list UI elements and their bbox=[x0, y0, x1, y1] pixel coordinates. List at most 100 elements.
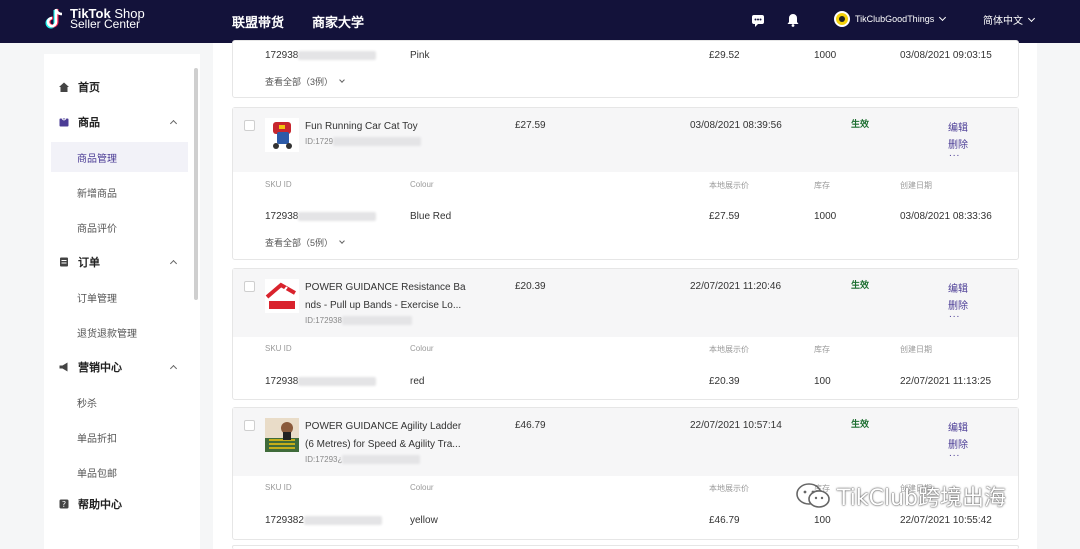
sidebar-item-add-product[interactable]: 新增商品 bbox=[51, 177, 188, 207]
product-updated-date: 22/07/2021 11:20:46 bbox=[690, 281, 782, 292]
column-header-colour: Colour bbox=[410, 483, 434, 492]
sku-stock: 1000 bbox=[814, 211, 837, 222]
sku-id: 172938 bbox=[265, 376, 377, 387]
product-checkbox[interactable] bbox=[244, 420, 255, 431]
chevron-down-icon bbox=[939, 13, 947, 22]
column-header-stock: 库存 bbox=[814, 345, 830, 354]
sku-id: 172938 bbox=[265, 50, 377, 61]
column-header-price: 本地展示价 bbox=[709, 484, 749, 493]
top-bar: TikTok Shop Seller Center 联盟带货 商家大学 TikC… bbox=[0, 0, 1080, 43]
sku-created-date: 03/08/2021 08:33:36 bbox=[900, 211, 992, 222]
sidebar-item-marketing[interactable]: 营销中心 bbox=[44, 352, 194, 382]
product-row: POWER GUIDANCE Resistance Ba nds - Pull u… bbox=[233, 269, 1018, 337]
chevron-up-icon bbox=[169, 259, 178, 268]
product-card bbox=[232, 545, 1019, 549]
product-price: £27.59 bbox=[515, 120, 546, 131]
column-header-sku-id: SKU ID bbox=[265, 344, 292, 353]
product-card: POWER GUIDANCE Resistance Ba nds - Pull u… bbox=[232, 268, 1019, 400]
help-icon: ? bbox=[59, 499, 69, 509]
order-icon bbox=[60, 257, 68, 267]
logo-subtitle: Seller Center bbox=[70, 17, 141, 31]
account-menu[interactable]: TikClubGoodThings bbox=[834, 11, 947, 27]
message-icon[interactable] bbox=[751, 13, 765, 27]
chevron-up-icon bbox=[169, 119, 178, 128]
sku-id: 172938 bbox=[265, 211, 377, 222]
sidebar-item-product[interactable]: 商品 bbox=[44, 107, 194, 137]
tiktok-shop-logo[interactable]: TikTok Shop Seller Center bbox=[44, 7, 145, 31]
column-header-created: 创建日期 bbox=[900, 345, 932, 354]
sku-created-date: 22/07/2021 11:13:25 bbox=[900, 376, 992, 387]
status-badge: 生效 bbox=[851, 280, 870, 290]
sidebar-item-returns[interactable]: 退货退款管理 bbox=[51, 317, 188, 347]
product-id: ID:172938 bbox=[305, 316, 412, 326]
sku-colour: red bbox=[410, 376, 425, 387]
sku-colour: Pink bbox=[410, 50, 430, 61]
more-button[interactable]: ... bbox=[949, 448, 960, 459]
svg-text:?: ? bbox=[62, 500, 66, 509]
product-checkbox[interactable] bbox=[244, 281, 255, 292]
sidebar-item-label: 帮助中心 bbox=[78, 499, 122, 511]
wechat-icon bbox=[795, 482, 831, 510]
sku-created-date: 03/08/2021 09:03:15 bbox=[900, 50, 992, 61]
sku-colour: Blue Red bbox=[410, 211, 452, 222]
more-button[interactable]: ... bbox=[949, 148, 960, 159]
view-all-link[interactable]: 查看全部（3例） bbox=[265, 75, 345, 88]
avatar bbox=[834, 11, 850, 27]
more-button[interactable]: ... bbox=[949, 309, 960, 320]
account-name: TikClubGoodThings bbox=[855, 14, 935, 24]
edit-button[interactable]: 编辑 bbox=[948, 119, 968, 134]
product-id: ID:1729 bbox=[305, 137, 422, 147]
product-thumbnail[interactable] bbox=[265, 279, 299, 313]
sku-stock: 100 bbox=[814, 376, 831, 387]
chevron-down-icon bbox=[1027, 14, 1036, 22]
sidebar-item-home[interactable]: 首页 bbox=[44, 72, 194, 102]
sidebar-item-label: 首页 bbox=[78, 82, 100, 94]
sidebar: 首页 商品 商品管理 新增商品 商品评价 订单 订单管理 退货退款管理 营销中心… bbox=[44, 54, 200, 549]
sku-colour: yellow bbox=[410, 515, 438, 526]
product-updated-date: 22/07/2021 10:57:14 bbox=[690, 420, 782, 431]
column-header-stock: 库存 bbox=[814, 181, 830, 190]
view-all-link[interactable]: 查看全部（5例） bbox=[265, 236, 345, 249]
nav-seller-university[interactable]: 商家大学 bbox=[312, 12, 364, 31]
product-id: ID:17293¿ bbox=[305, 455, 421, 465]
chevron-down-icon bbox=[339, 77, 345, 83]
product-name[interactable]: POWER GUIDANCE Agility Ladder (6 Metres) … bbox=[305, 418, 480, 454]
language-selector[interactable]: 简体中文 bbox=[983, 12, 1036, 27]
sidebar-scrollbar[interactable] bbox=[194, 68, 198, 300]
sidebar-item-order-management[interactable]: 订单管理 bbox=[51, 282, 188, 312]
status-badge: 生效 bbox=[851, 119, 870, 129]
column-header-sku-id: SKU ID bbox=[265, 483, 292, 492]
nav-affiliate[interactable]: 联盟带货 bbox=[232, 12, 284, 31]
edit-button[interactable]: 编辑 bbox=[948, 280, 968, 295]
column-header-colour: Colour bbox=[410, 344, 434, 353]
column-header-price: 本地展示价 bbox=[709, 345, 749, 354]
sidebar-item-product-reviews[interactable]: 商品评价 bbox=[51, 212, 188, 242]
chevron-up-icon bbox=[169, 364, 178, 373]
sidebar-item-flash-sale[interactable]: 秒杀 bbox=[51, 387, 188, 417]
sku-stock: 100 bbox=[814, 515, 831, 526]
sidebar-item-discount[interactable]: 单品折扣 bbox=[51, 422, 188, 452]
product-name[interactable]: Fun Running Car Cat Toy bbox=[305, 118, 480, 136]
product-thumbnail[interactable] bbox=[265, 118, 299, 152]
sidebar-item-orders[interactable]: 订单 bbox=[44, 247, 194, 277]
sku-id: 1729382 bbox=[265, 515, 382, 526]
sku-price: £46.79 bbox=[709, 515, 740, 526]
sku-price: £27.59 bbox=[709, 211, 740, 222]
watermark: TikClub跨境出海 bbox=[795, 480, 1006, 512]
bell-icon[interactable] bbox=[786, 13, 800, 27]
sidebar-item-label: 营销中心 bbox=[78, 362, 122, 374]
sidebar-item-help[interactable]: ? 帮助中心 bbox=[44, 489, 194, 519]
product-checkbox[interactable] bbox=[244, 120, 255, 131]
tiktok-icon bbox=[44, 7, 66, 31]
column-header-sku-id: SKU ID bbox=[265, 180, 292, 189]
product-icon bbox=[59, 118, 69, 127]
sku-created-date: 22/07/2021 10:55:42 bbox=[900, 515, 992, 526]
product-name[interactable]: POWER GUIDANCE Resistance Ba nds - Pull u… bbox=[305, 279, 480, 315]
product-price: £46.79 bbox=[515, 420, 546, 431]
column-header-price: 本地展示价 bbox=[709, 181, 749, 190]
product-thumbnail[interactable] bbox=[265, 418, 299, 452]
sidebar-item-product-management[interactable]: 商品管理 bbox=[51, 142, 188, 172]
sidebar-item-free-shipping[interactable]: 单品包邮 bbox=[51, 457, 188, 487]
product-row: POWER GUIDANCE Agility Ladder (6 Metres) … bbox=[233, 408, 1018, 476]
edit-button[interactable]: 编辑 bbox=[948, 419, 968, 434]
